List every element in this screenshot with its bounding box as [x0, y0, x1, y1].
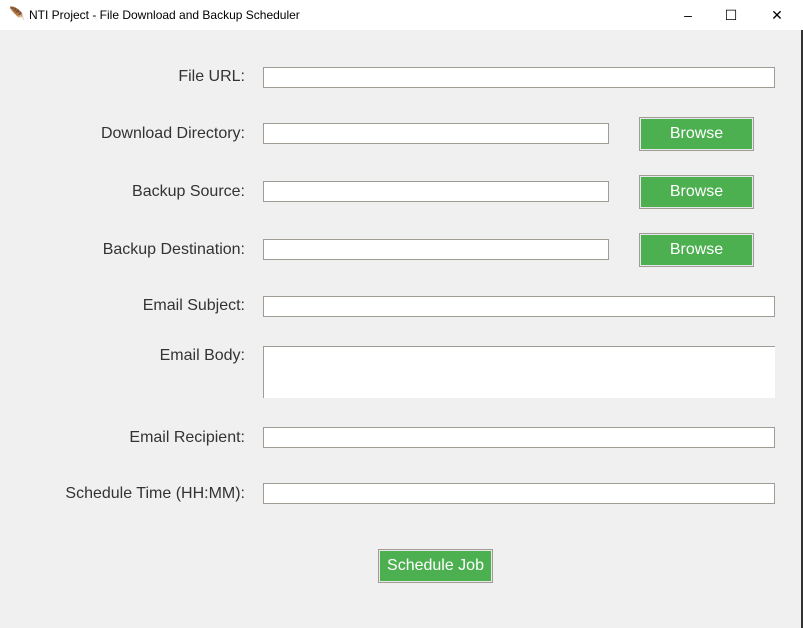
download-directory-label: Download Directory:: [100, 125, 245, 142]
backup-destination-input[interactable]: [263, 239, 609, 260]
email-body-textarea[interactable]: [263, 346, 775, 398]
email-subject-input[interactable]: [263, 296, 775, 317]
title-bar: 🪶 NTI Project - File Download and Backup…: [0, 0, 803, 30]
window-title: NTI Project - File Download and Backup S…: [29, 8, 300, 22]
backup-destination-browse-button[interactable]: Browse: [639, 233, 754, 267]
backup-destination-label: Backup Destination:: [102, 241, 245, 258]
file-url-input[interactable]: [263, 67, 775, 88]
schedule-job-button[interactable]: Schedule Job: [378, 549, 493, 583]
email-subject-label: Email Subject:: [142, 297, 245, 314]
maximize-button[interactable]: ☐: [708, 0, 754, 30]
backup-source-input[interactable]: [263, 181, 609, 202]
schedule-time-label: Schedule Time (HH:MM):: [65, 485, 245, 502]
file-url-label: File URL:: [178, 68, 245, 85]
email-recipient-input[interactable]: [263, 427, 775, 448]
download-directory-browse-button[interactable]: Browse: [639, 117, 754, 151]
backup-source-label: Backup Source:: [132, 183, 245, 200]
backup-source-browse-button[interactable]: Browse: [639, 175, 754, 209]
minimize-button[interactable]: –: [665, 0, 711, 30]
close-button[interactable]: ✕: [754, 0, 800, 30]
schedule-time-input[interactable]: [263, 483, 775, 504]
email-recipient-label: Email Recipient:: [129, 429, 245, 446]
download-directory-input[interactable]: [263, 123, 609, 144]
email-body-label: Email Body:: [159, 347, 245, 364]
feather-icon: 🪶: [9, 6, 26, 21]
